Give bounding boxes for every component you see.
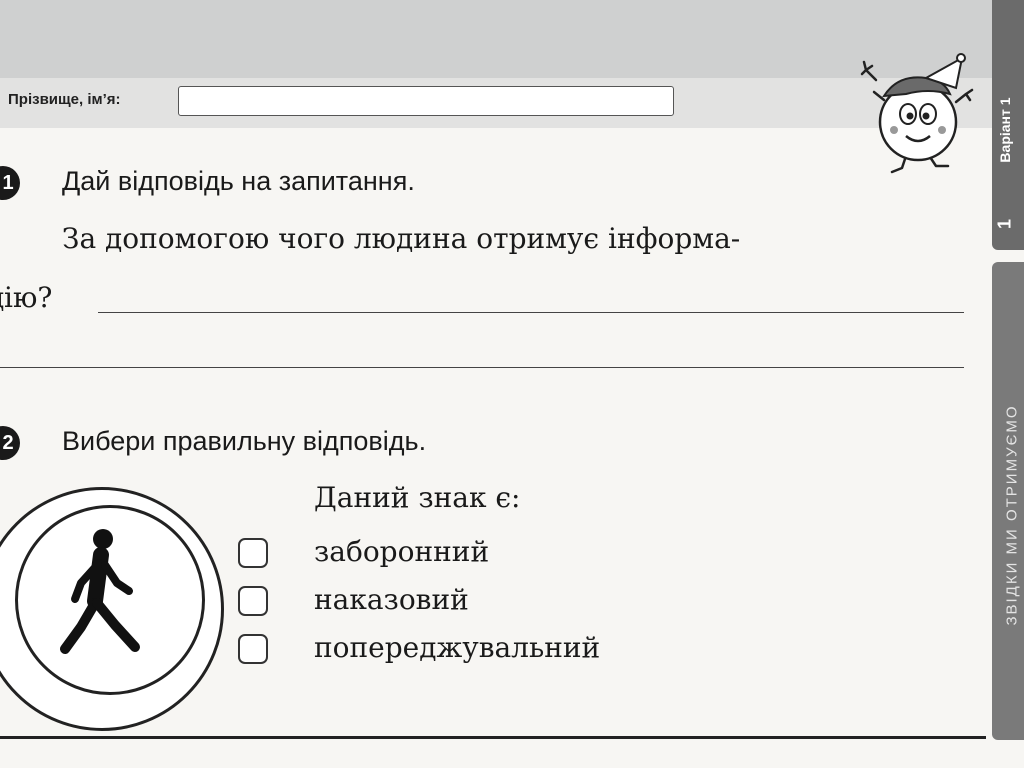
task-1-question-line-1: За допомогою чого людина отримує інформа…	[62, 222, 741, 255]
section-title: ЗВІДКИ МИ ОТРИМУЄМО	[1003, 404, 1021, 626]
task-1-instruction: Дай відповідь на запитання.	[62, 166, 415, 196]
task-2-prompt: Даний знак є:	[314, 481, 521, 514]
option-checkbox-1[interactable]	[238, 538, 268, 568]
mascot-illustration	[860, 53, 974, 174]
option-checkbox-2[interactable]	[238, 586, 268, 616]
answer-line-1[interactable]	[98, 312, 964, 313]
option-label-2: наказовий	[314, 583, 469, 616]
task-2-instruction: Вибери правильну відповідь.	[62, 426, 427, 456]
pedestrian-icon	[60, 529, 140, 654]
bottom-divider	[0, 736, 986, 739]
option-label-1: заборонний	[314, 535, 490, 568]
name-label: Прізвище, ім’я:	[8, 91, 121, 108]
task-1-number-badge: 1	[0, 166, 20, 200]
task-1-question-line-2: цію?	[0, 281, 53, 314]
header-band	[0, 0, 992, 78]
answer-line-2[interactable]	[0, 367, 964, 368]
variant-label: Варіант 1	[997, 97, 1013, 163]
task-2-number-badge: 2	[0, 426, 20, 460]
variant-number: 1	[994, 218, 1015, 230]
name-input-field[interactable]	[178, 86, 674, 116]
option-checkbox-3[interactable]	[238, 634, 268, 664]
option-label-3: попереджувальний	[314, 631, 601, 664]
